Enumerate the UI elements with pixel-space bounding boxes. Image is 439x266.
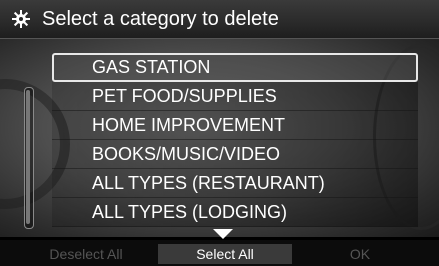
- select-all-button[interactable]: Select All: [158, 244, 292, 264]
- list-item-pet-food[interactable]: PET FOOD/SUPPLIES: [52, 82, 418, 111]
- list-item-gas-station[interactable]: GAS STATION: [52, 53, 418, 82]
- list-item-label: PET FOOD/SUPPLIES: [92, 85, 277, 106]
- header-bar: Select a category to delete: [0, 0, 439, 39]
- list-panel: GAS STATION PET FOOD/SUPPLIES HOME IMPRO…: [0, 39, 439, 237]
- list-item-label: ALL TYPES (RESTAURANT): [92, 172, 325, 193]
- scroll-down-arrow-icon[interactable]: [213, 229, 233, 239]
- list-item-books-music-video[interactable]: BOOKS/MUSIC/VIDEO: [52, 140, 418, 169]
- screen: Select a category to delete GAS STATION …: [0, 0, 439, 266]
- deselect-all-button[interactable]: Deselect All: [36, 244, 136, 264]
- list-item-label: BOOKS/MUSIC/VIDEO: [92, 143, 281, 164]
- gear-icon: [6, 9, 36, 29]
- list-item-home-improvement[interactable]: HOME IMPROVEMENT: [52, 111, 418, 140]
- page-title: Select a category to delete: [42, 7, 279, 30]
- list-item-all-types-restaurant[interactable]: ALL TYPES (RESTAURANT): [52, 169, 418, 198]
- ok-button[interactable]: OK: [340, 244, 380, 264]
- footer-bar: Deselect All Select All OK: [0, 240, 439, 266]
- list-item-label: GAS STATION: [92, 57, 211, 77]
- list-item-all-types-lodging[interactable]: ALL TYPES (LODGING): [52, 198, 418, 227]
- category-list: GAS STATION PET FOOD/SUPPLIES HOME IMPRO…: [52, 53, 418, 227]
- list-item-label: HOME IMPROVEMENT: [92, 114, 286, 135]
- list-item-label: ALL TYPES (LODGING): [92, 201, 288, 222]
- scrollbar-thumb[interactable]: [26, 90, 30, 224]
- scrollbar[interactable]: [24, 87, 34, 229]
